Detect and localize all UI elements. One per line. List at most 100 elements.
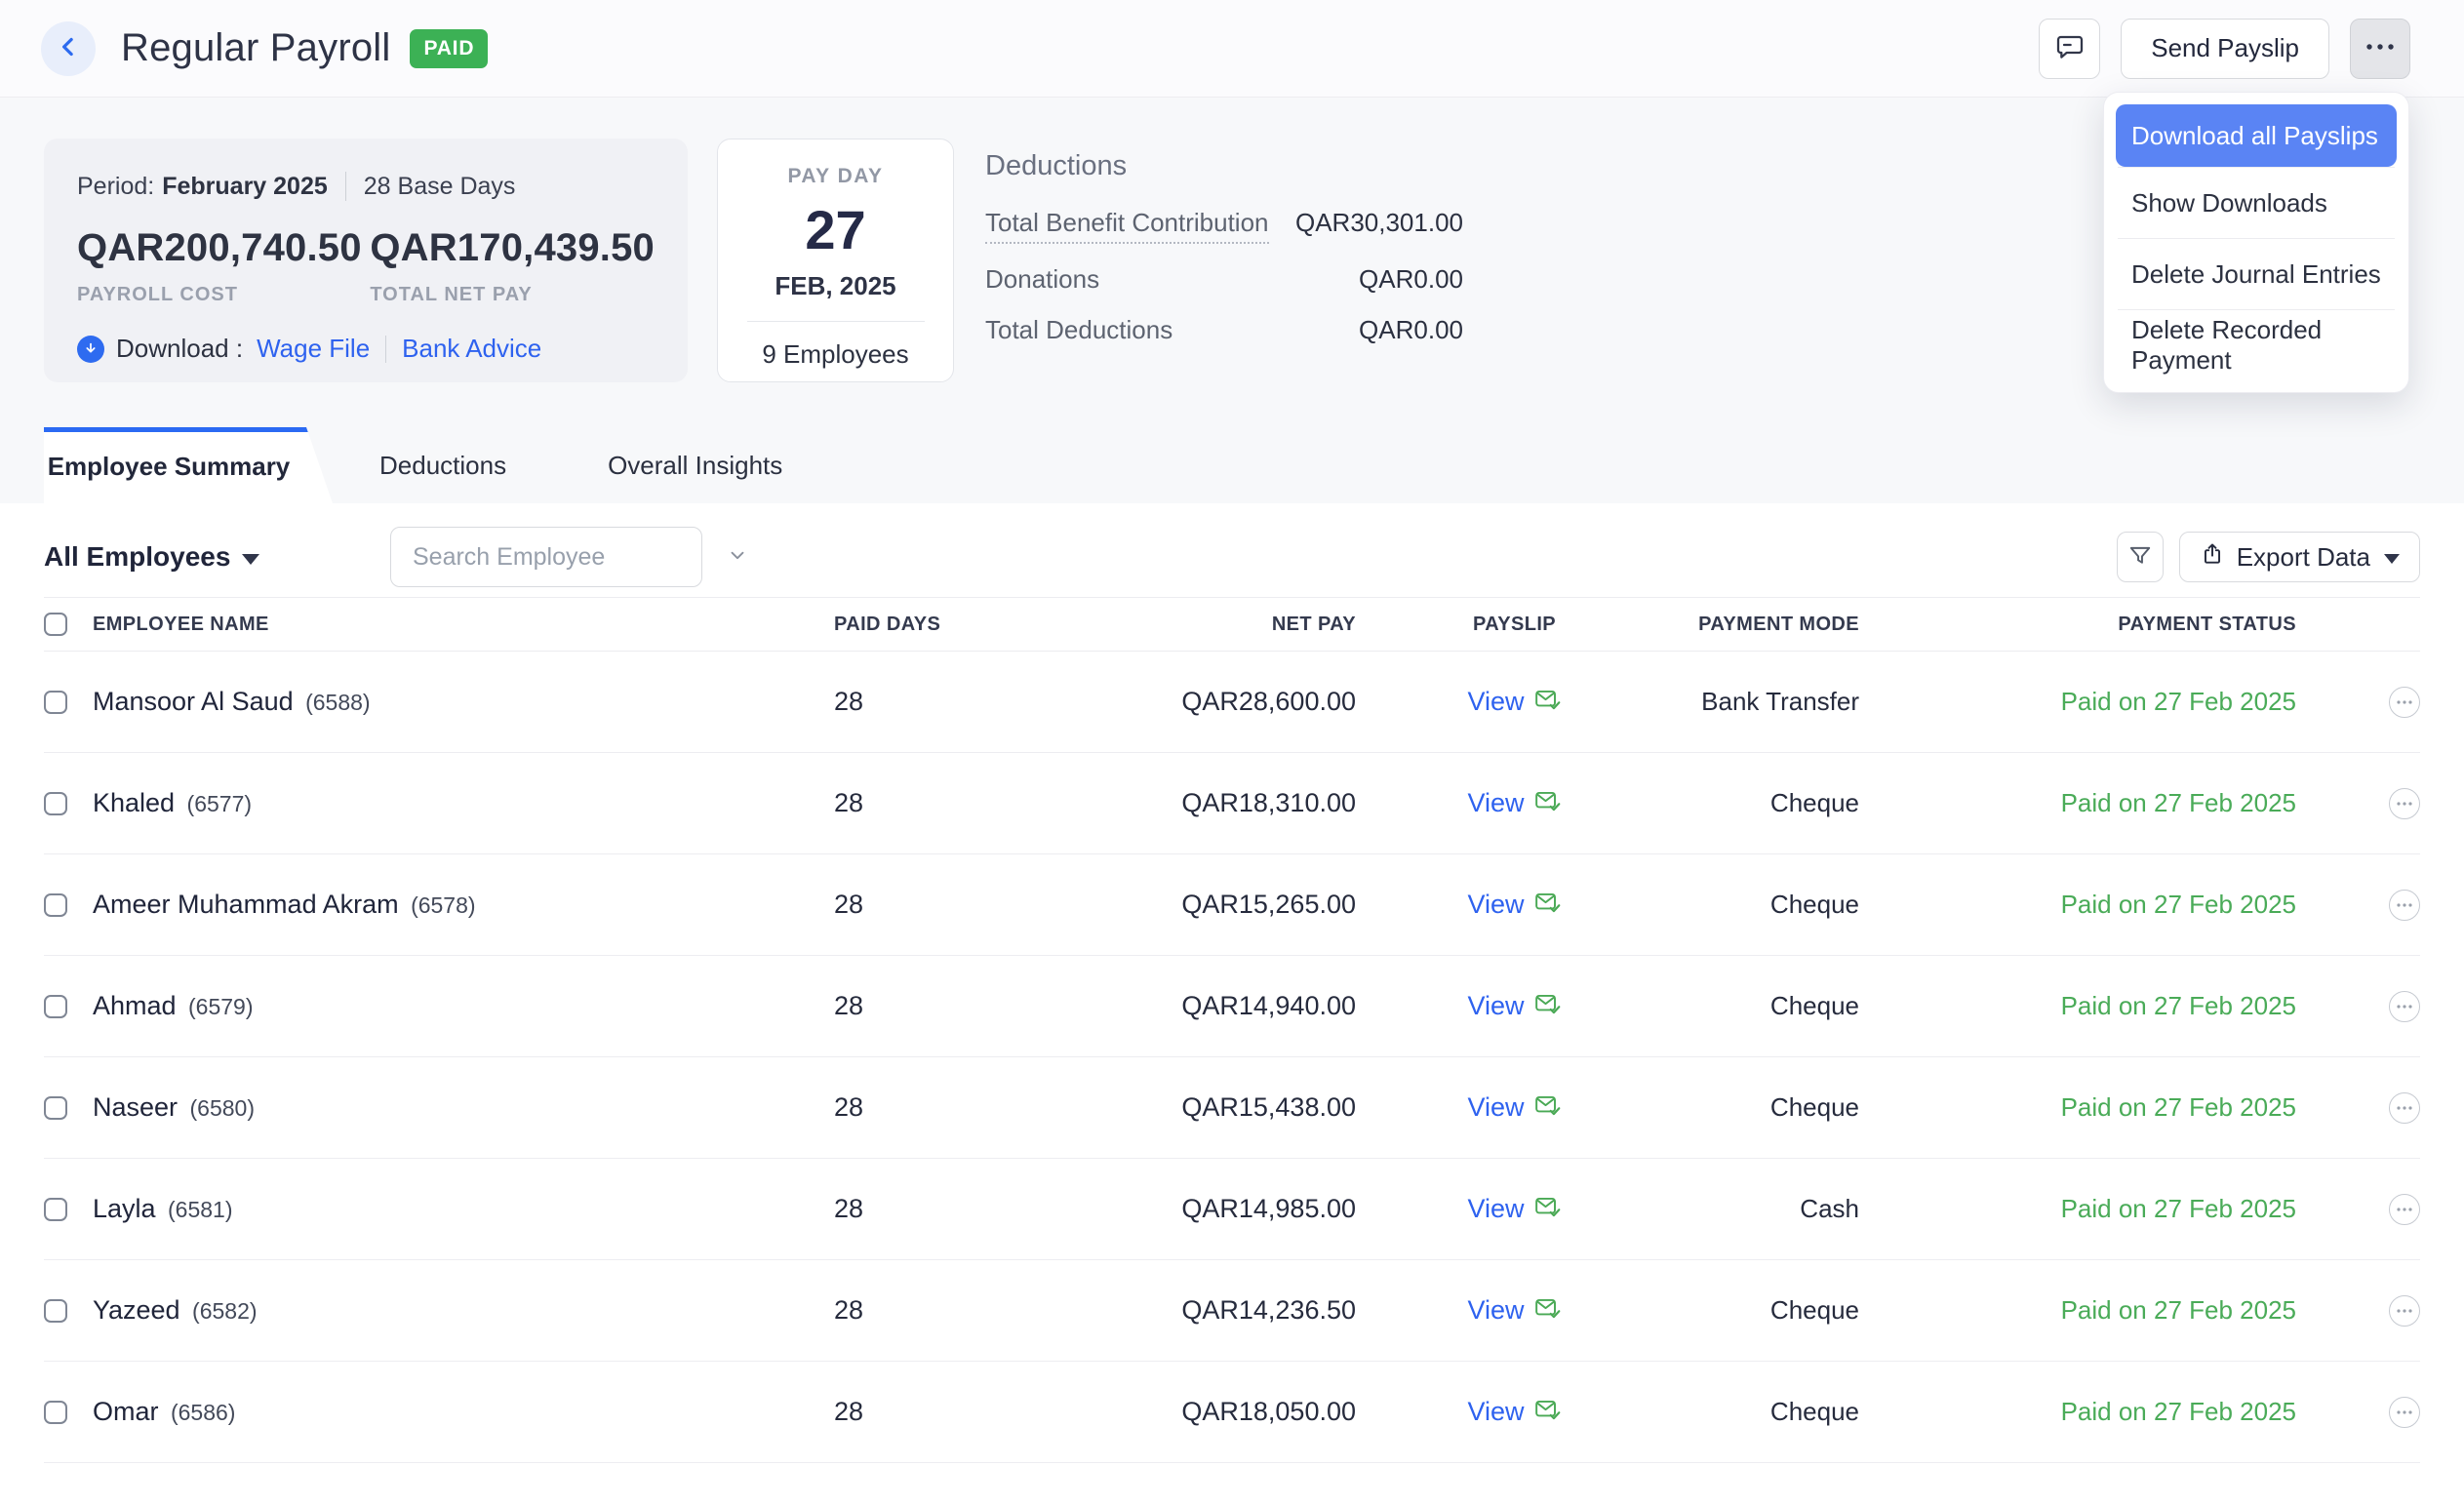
row-checkbox[interactable] <box>44 691 67 714</box>
period-value: February 2025 <box>162 173 328 201</box>
circle-ellipsis-icon <box>2396 1100 2413 1115</box>
view-payslip-link[interactable]: View <box>1467 1092 1524 1123</box>
view-payslip-link[interactable]: View <box>1467 1397 1524 1427</box>
wage-file-link[interactable]: Wage File <box>257 334 370 364</box>
total-net-pay-label: TOTAL NET PAY <box>370 284 655 306</box>
total-benefit-contribution-value: QAR30,301.00 <box>1295 208 1463 238</box>
status-badge: PAID <box>410 29 488 68</box>
row-more-actions-button[interactable] <box>2389 1295 2420 1327</box>
total-deductions-value: QAR0.00 <box>1359 315 1463 345</box>
row-checkbox[interactable] <box>44 1299 67 1323</box>
download-label: Download : <box>116 334 243 364</box>
bank-advice-link[interactable]: Bank Advice <box>402 334 541 364</box>
menu-item-download-all-payslips[interactable]: Download all Payslips <box>2116 104 2397 167</box>
paid-days-value: 28 <box>834 1295 1010 1326</box>
row-more-actions-button[interactable] <box>2389 1194 2420 1225</box>
row-more-actions-button[interactable] <box>2389 788 2420 819</box>
employee-name[interactable]: Naseer <box>93 1092 178 1122</box>
col-payment-mode: PAYMENT MODE <box>1610 614 1859 636</box>
circle-ellipsis-icon <box>2396 796 2413 811</box>
divider <box>345 172 346 201</box>
payment-mode-value: Cheque <box>1610 1092 1859 1123</box>
send-payslip-button[interactable]: Send Payslip <box>2121 19 2329 79</box>
ellipsis-icon <box>2364 41 2397 56</box>
back-button[interactable] <box>41 21 96 76</box>
employee-name[interactable]: Omar <box>93 1397 159 1426</box>
row-more-actions-button[interactable] <box>2389 1397 2420 1428</box>
search-employee-input[interactable] <box>413 543 727 572</box>
menu-item-delete-journal-entries[interactable]: Delete Journal Entries <box>2116 239 2397 309</box>
table-row: Mansoor Al Saud (6588) 28 QAR28,600.00 V… <box>44 652 2420 753</box>
envelope-check-icon <box>1534 1295 1562 1326</box>
payroll-summary-card: Period: February 2025 28 Base Days QAR20… <box>44 139 688 382</box>
tab-employee-summary[interactable]: Employee Summary <box>44 427 333 503</box>
employee-id: (6588) <box>305 690 370 715</box>
menu-item-show-downloads[interactable]: Show Downloads <box>2116 168 2397 238</box>
payday-day: 27 <box>718 198 953 261</box>
row-checkbox[interactable] <box>44 1096 67 1120</box>
net-pay-value: QAR15,265.00 <box>1010 890 1356 920</box>
payday-card: PAY DAY 27 FEB, 2025 9 Employees <box>717 139 954 382</box>
menu-item-delete-recorded-payment[interactable]: Delete Recorded Payment <box>2116 310 2397 380</box>
employee-name[interactable]: Yazeed <box>93 1295 180 1325</box>
view-payslip-link[interactable]: View <box>1467 991 1524 1021</box>
employee-id: (6579) <box>188 994 253 1019</box>
funnel-icon <box>2127 543 2153 572</box>
row-more-actions-button[interactable] <box>2389 890 2420 921</box>
comments-button[interactable] <box>2039 19 2100 79</box>
row-checkbox[interactable] <box>44 1198 67 1221</box>
payroll-cost-value: QAR200,740.50 <box>77 226 370 270</box>
employee-id: (6581) <box>168 1197 232 1222</box>
payment-status-value: Paid on 27 Feb 2025 <box>1859 1194 2296 1224</box>
payday-month-year: FEB, 2025 <box>718 271 953 301</box>
row-more-actions-button[interactable] <box>2389 991 2420 1022</box>
employee-name[interactable]: Khaled <box>93 788 175 817</box>
employee-name[interactable]: Ahmad <box>93 991 177 1020</box>
payment-status-value: Paid on 27 Feb 2025 <box>1859 1397 2296 1427</box>
payment-status-value: Paid on 27 Feb 2025 <box>1859 687 2296 717</box>
row-more-actions-button[interactable] <box>2389 1092 2420 1124</box>
view-payslip-link[interactable]: View <box>1467 1194 1524 1224</box>
row-checkbox[interactable] <box>44 1401 67 1424</box>
view-payslip-link[interactable]: View <box>1467 890 1524 920</box>
row-more-actions-button[interactable] <box>2389 687 2420 718</box>
tab-overall-insights[interactable]: Overall Insights <box>573 427 817 503</box>
total-benefit-contribution-label[interactable]: Total Benefit Contribution <box>985 208 1269 244</box>
employee-filter-dropdown[interactable]: All Employees <box>44 541 259 573</box>
view-payslip-link[interactable]: View <box>1467 1295 1524 1326</box>
table-row: Naseer (6580) 28 QAR15,438.00 View Chequ… <box>44 1057 2420 1159</box>
page-title: Regular Payroll <box>121 26 390 70</box>
base-days: 28 Base Days <box>364 173 516 201</box>
table-row: Ameer Muhammad Akram (6578) 28 QAR15,265… <box>44 854 2420 956</box>
envelope-check-icon <box>1534 991 1562 1021</box>
payment-mode-value: Bank Transfer <box>1610 687 1859 717</box>
view-payslip-link[interactable]: View <box>1467 788 1524 818</box>
select-all-checkbox[interactable] <box>44 613 67 636</box>
deductions-heading: Deductions <box>985 150 1463 182</box>
more-actions-button[interactable] <box>2350 19 2410 79</box>
paid-days-value: 28 <box>834 1092 1010 1123</box>
top-bar: Regular Payroll PAID Send Payslip <box>0 0 2464 98</box>
row-checkbox[interactable] <box>44 792 67 815</box>
payroll-page: Regular Payroll PAID Send Payslip Downlo… <box>0 0 2464 1506</box>
paid-days-value: 28 <box>834 687 1010 717</box>
total-deductions-label: Total Deductions <box>985 315 1172 345</box>
employee-name[interactable]: Mansoor Al Saud <box>93 687 294 716</box>
employee-name[interactable]: Layla <box>93 1194 156 1223</box>
export-label: Export Data <box>2237 542 2370 573</box>
search-employee-combobox[interactable] <box>390 527 702 587</box>
row-checkbox[interactable] <box>44 995 67 1018</box>
employee-name[interactable]: Ameer Muhammad Akram <box>93 890 399 919</box>
export-data-button[interactable]: Export Data <box>2179 532 2420 582</box>
table-row: Omar (6586) 28 QAR18,050.00 View Cheque … <box>44 1362 2420 1463</box>
employee-id: (6578) <box>411 892 475 918</box>
tab-deductions[interactable]: Deductions <box>344 427 541 503</box>
view-payslip-link[interactable]: View <box>1467 687 1524 717</box>
envelope-check-icon <box>1534 1092 1562 1123</box>
envelope-check-icon <box>1534 687 1562 717</box>
col-net-pay: NET PAY <box>1010 614 1356 636</box>
filter-button[interactable] <box>2117 532 2164 582</box>
period-label: Period: <box>77 173 154 201</box>
payday-label: PAY DAY <box>718 165 953 188</box>
row-checkbox[interactable] <box>44 893 67 917</box>
